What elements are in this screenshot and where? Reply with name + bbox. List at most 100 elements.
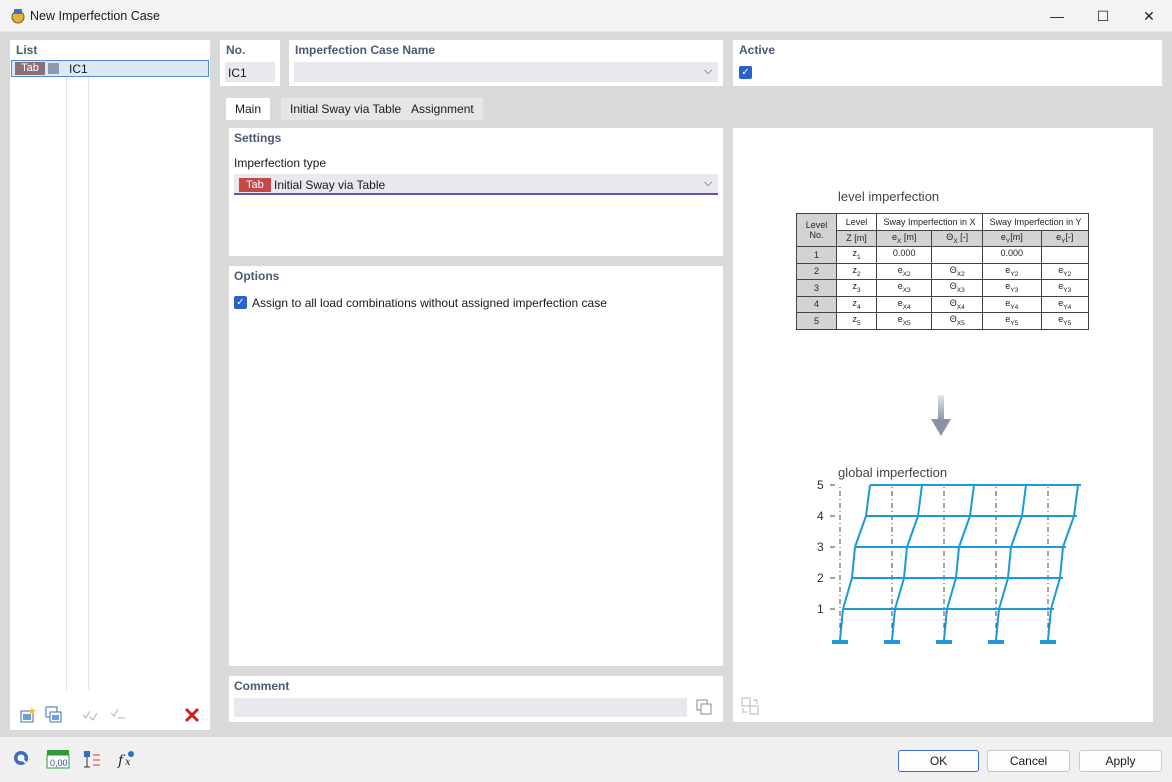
frame-column: [894, 577, 905, 610]
close-window-button[interactable]: ✕: [1126, 0, 1172, 32]
assign-all-label[interactable]: Assign to all load combinations without …: [252, 296, 607, 310]
imperfection-case-icon: [11, 9, 25, 24]
comment-field[interactable]: [234, 698, 687, 717]
table-row: 4 z4 eX4 ΘX4 eY4 eY4: [796, 295, 1089, 313]
title-bar: New Imperfection Case — ☐ ✕: [0, 0, 1172, 32]
comment-library-icon[interactable]: [692, 696, 716, 718]
name-dropdown[interactable]: ⌵: [294, 62, 718, 82]
frame-column: [955, 546, 960, 579]
list-panel: List Tab IC1: [10, 40, 210, 730]
arrow-down-icon: [931, 395, 951, 436]
minimize-button[interactable]: —: [1034, 0, 1080, 32]
support: [1040, 640, 1056, 644]
frame-column: [958, 515, 971, 548]
frame-column: [1059, 546, 1064, 579]
table-cell: eY4: [982, 295, 1042, 313]
table-cell: eY3: [1040, 279, 1089, 297]
window-title: New Imperfection Case: [30, 9, 160, 23]
table-cell: ΘX3: [931, 279, 984, 297]
table-cell: eY4: [1040, 295, 1089, 313]
table-cell: eY2: [1040, 262, 1089, 280]
imperfection-type-value: Initial Sway via Table: [274, 178, 386, 192]
settings-header: Settings: [234, 131, 282, 145]
table-cell: z4: [836, 295, 877, 313]
chevron-down-icon: ⌵: [704, 177, 713, 189]
support: [936, 640, 952, 644]
table-cell: ΘX4: [931, 295, 984, 313]
th-sway-y: Sway Imperfection in Y: [982, 213, 1089, 231]
apply-button[interactable]: Apply: [1079, 750, 1162, 772]
help-search-icon[interactable]: [10, 748, 34, 770]
table-cell: eX4: [875, 295, 933, 313]
cancel-button[interactable]: Cancel: [987, 750, 1070, 772]
imperfection-type-dropdown[interactable]: Tab Initial Sway via Table ⌵: [234, 174, 718, 195]
table-row: 5 z5 eX5 ΘX5 eY5 eY5: [796, 312, 1089, 330]
options-panel: Options ✓ Assign to all load combination…: [229, 266, 723, 666]
number-field[interactable]: IC1: [225, 62, 275, 82]
frame-column: [1050, 577, 1061, 610]
list-item-tag: Tab: [15, 62, 45, 75]
th-level: Level: [836, 213, 877, 231]
formula-icon[interactable]: fx: [114, 748, 138, 770]
svg-text:0,00: 0,00: [50, 758, 68, 768]
table-cell: 3: [796, 279, 837, 297]
comment-panel: Comment: [229, 676, 723, 722]
table-cell: 1: [796, 246, 837, 264]
list-divider: [88, 60, 89, 690]
new-item-icon[interactable]: [16, 704, 40, 726]
table-cell: eX3: [875, 279, 933, 297]
copy-item-icon[interactable]: [42, 704, 66, 726]
svg-text:x: x: [125, 757, 131, 768]
th-z: Z [m]: [836, 229, 877, 247]
level-label: 5: [817, 480, 824, 492]
tab-main[interactable]: Main: [226, 98, 271, 120]
level-label: 1: [817, 602, 824, 616]
list-header: List: [16, 43, 38, 57]
table-cell: 0.000: [982, 246, 1042, 264]
frame-column: [865, 484, 871, 517]
frame-column: [998, 577, 1009, 610]
tab-initial-sway-via-table[interactable]: Initial Sway via Table: [281, 98, 411, 120]
delete-icon[interactable]: [180, 704, 204, 726]
table-cell: 5: [796, 312, 837, 330]
table-row: 1 z1 0.000 0.000: [796, 246, 1089, 264]
number-label: No.: [226, 43, 246, 57]
frame-column: [1062, 515, 1075, 548]
table-cell: 4: [796, 295, 837, 313]
table-cell: eX5: [875, 312, 933, 330]
tab-assignment[interactable]: Assignment: [402, 98, 483, 120]
list-item-ic1[interactable]: Tab IC1: [11, 60, 209, 77]
th-ex: eX [m]: [875, 229, 933, 247]
active-checkbox[interactable]: ✓: [739, 66, 752, 79]
ok-button[interactable]: OK: [898, 750, 979, 772]
frame-column: [906, 515, 919, 548]
frame-column: [851, 546, 856, 579]
table-cell: eY5: [982, 312, 1042, 330]
table-cell: ΘX2: [931, 262, 984, 280]
table-cell: z3: [836, 279, 877, 297]
list-item-name: IC1: [69, 62, 88, 76]
check-all-icon[interactable]: [78, 704, 102, 726]
maximize-button[interactable]: ☐: [1080, 0, 1126, 32]
table-cell: z5: [836, 312, 877, 330]
table-cell: eY2: [982, 262, 1042, 280]
assign-all-checkbox[interactable]: ✓: [234, 296, 247, 309]
active-panel: Active ✓: [733, 40, 1162, 86]
global-imperfection-frame: 1 2 3 4 5: [817, 480, 1081, 644]
table-cell: [931, 246, 984, 264]
comment-label: Comment: [234, 679, 290, 693]
table-cell: 2: [796, 262, 837, 280]
table-cell: [1040, 246, 1089, 264]
frame-column: [854, 515, 867, 548]
uncheck-all-icon[interactable]: [106, 704, 130, 726]
frame-column: [1021, 484, 1027, 517]
frame-column: [969, 484, 975, 517]
model-info-icon[interactable]: [80, 748, 104, 770]
level-label: 4: [817, 509, 824, 523]
frame-column: [903, 546, 908, 579]
units-icon[interactable]: 0,00: [44, 748, 72, 770]
settings-panel: Settings Imperfection type Tab Initial S…: [229, 128, 723, 256]
swap-image-icon[interactable]: [738, 695, 762, 717]
level-imperfection-table: Level No. Level Sway Imperfection in X S…: [796, 213, 1089, 330]
active-label: Active: [739, 43, 776, 57]
